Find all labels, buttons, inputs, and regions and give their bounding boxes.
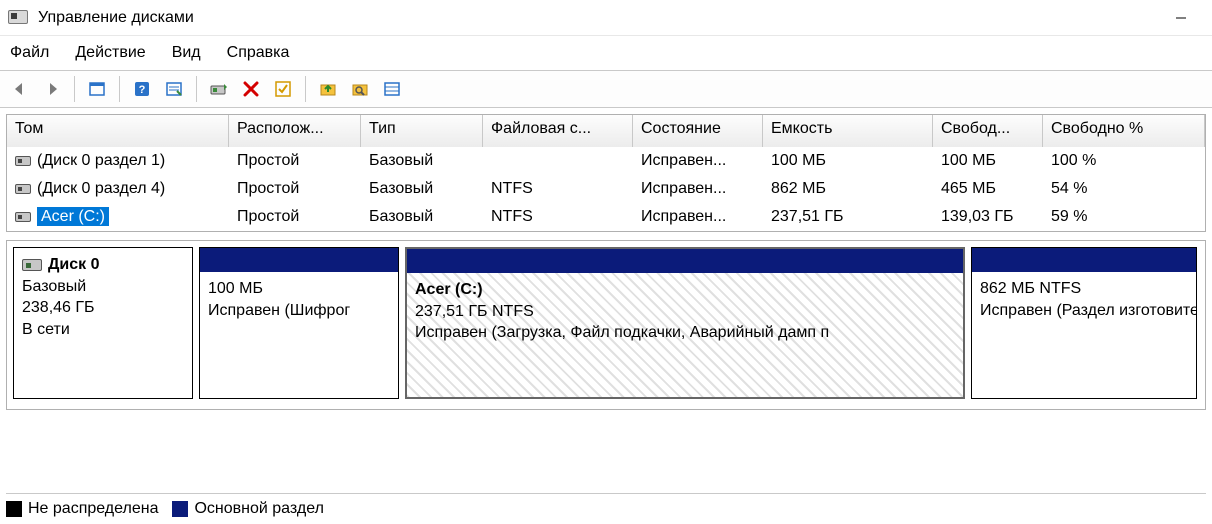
title-bar: Управление дисками — [0, 0, 1212, 36]
volume-list: Том Располож... Тип Файловая с... Состоя… — [6, 114, 1206, 232]
disk-type: Базовый — [22, 276, 184, 298]
volume-layout: Простой — [229, 206, 361, 228]
partition-status: Исправен (Раздел изготовите — [980, 300, 1188, 322]
legend-unallocated: Не распределена — [6, 500, 158, 518]
disk-map: Диск 0 Базовый 238,46 ГБ В сети 100 МБИс… — [6, 240, 1206, 410]
volume-freepct: 100 % — [1043, 150, 1205, 172]
volume-fs — [483, 159, 633, 163]
volume-free: 139,03 ГБ — [933, 206, 1043, 228]
volume-name: (Диск 0 раздел 1) — [37, 152, 165, 169]
col-type[interactable]: Тип — [361, 115, 483, 147]
swatch-unallocated — [6, 501, 22, 517]
volume-layout: Простой — [229, 178, 361, 200]
volume-fs: NTFS — [483, 206, 633, 228]
volume-freepct: 54 % — [1043, 178, 1205, 200]
volume-name: (Диск 0 раздел 4) — [37, 180, 165, 197]
swatch-primary — [172, 501, 188, 517]
app-icon — [8, 10, 28, 26]
toolbar: ? — [0, 70, 1212, 108]
partition-size: 237,51 ГБ NTFS — [415, 301, 955, 323]
volume-icon — [15, 156, 31, 166]
forward-button[interactable] — [38, 75, 66, 103]
disk-status: В сети — [22, 319, 184, 341]
partition-header-bar — [972, 248, 1196, 272]
menu-help[interactable]: Справка — [227, 44, 290, 62]
disk-info[interactable]: Диск 0 Базовый 238,46 ГБ В сети — [13, 247, 193, 399]
menu-bar: Файл Действие Вид Справка — [0, 36, 1212, 70]
volume-layout: Простой — [229, 150, 361, 172]
volume-type: Базовый — [361, 150, 483, 172]
menu-file[interactable]: Файл — [10, 44, 49, 62]
volume-capacity: 862 МБ — [763, 178, 933, 200]
menu-action[interactable]: Действие — [75, 44, 145, 62]
window-title: Управление дисками — [38, 9, 194, 27]
folder-up-button[interactable] — [314, 75, 342, 103]
col-layout[interactable]: Располож... — [229, 115, 361, 147]
svg-text:?: ? — [139, 84, 146, 96]
volume-free: 100 МБ — [933, 150, 1043, 172]
volume-capacity: 100 МБ — [763, 150, 933, 172]
partition-status: Исправен (Шифрог — [208, 300, 390, 322]
back-button[interactable] — [6, 75, 34, 103]
minimize-button[interactable] — [1158, 3, 1204, 33]
disk-icon — [22, 259, 42, 271]
volume-row[interactable]: (Диск 0 раздел 4) ПростойБазовыйNTFSИспра… — [7, 175, 1205, 203]
partition-size: 862 МБ NTFS — [980, 278, 1188, 300]
volume-type: Базовый — [361, 206, 483, 228]
partition[interactable]: 100 МБИсправен (Шифрог — [199, 247, 399, 399]
volume-type: Базовый — [361, 178, 483, 200]
disk-name: Диск 0 — [48, 256, 99, 273]
volume-freepct: 59 % — [1043, 206, 1205, 228]
col-fs[interactable]: Файловая с... — [483, 115, 633, 147]
volume-free: 465 МБ — [933, 178, 1043, 200]
col-volume[interactable]: Том — [7, 115, 229, 147]
partition-title: Acer (C:) — [415, 279, 955, 301]
volume-list-header: Том Располож... Тип Файловая с... Состоя… — [7, 115, 1205, 147]
check-button[interactable] — [269, 75, 297, 103]
legend-primary: Основной раздел — [172, 500, 323, 518]
volume-icon — [15, 184, 31, 194]
disk-size: 238,46 ГБ — [22, 297, 184, 319]
col-freepct[interactable]: Свободно % — [1043, 115, 1205, 147]
help-button[interactable]: ? — [128, 75, 156, 103]
col-free[interactable]: Свобод... — [933, 115, 1043, 147]
list-view-button[interactable] — [378, 75, 406, 103]
legend: Не распределена Основной раздел — [6, 493, 1206, 518]
col-capacity[interactable]: Емкость — [763, 115, 933, 147]
volume-status: Исправен... — [633, 206, 763, 228]
volume-row[interactable]: (Диск 0 раздел 1) ПростойБазовый Исправен.… — [7, 147, 1205, 175]
volume-status: Исправен... — [633, 178, 763, 200]
search-button[interactable] — [346, 75, 374, 103]
partition-header-bar — [407, 249, 963, 273]
partition-size: 100 МБ — [208, 278, 390, 300]
menu-view[interactable]: Вид — [172, 44, 201, 62]
volume-name: Acer (C:) — [37, 207, 109, 226]
volume-row[interactable]: Acer (C:) ПростойБазовыйNTFSИсправен...23… — [7, 203, 1205, 231]
volume-icon — [15, 212, 31, 222]
delete-button[interactable] — [237, 75, 265, 103]
partition[interactable]: 862 МБ NTFSИсправен (Раздел изготовите — [971, 247, 1197, 399]
refresh-button[interactable] — [83, 75, 111, 103]
partition-status: Исправен (Загрузка, Файл подкачки, Авари… — [415, 322, 955, 344]
volume-status: Исправен... — [633, 150, 763, 172]
volume-capacity: 237,51 ГБ — [763, 206, 933, 228]
rescan-disks-button[interactable] — [205, 75, 233, 103]
col-status[interactable]: Состояние — [633, 115, 763, 147]
properties-button[interactable] — [160, 75, 188, 103]
partition-header-bar — [200, 248, 398, 272]
partition[interactable]: Acer (C:)237,51 ГБ NTFSИсправен (Загрузк… — [405, 247, 965, 399]
volume-fs: NTFS — [483, 178, 633, 200]
